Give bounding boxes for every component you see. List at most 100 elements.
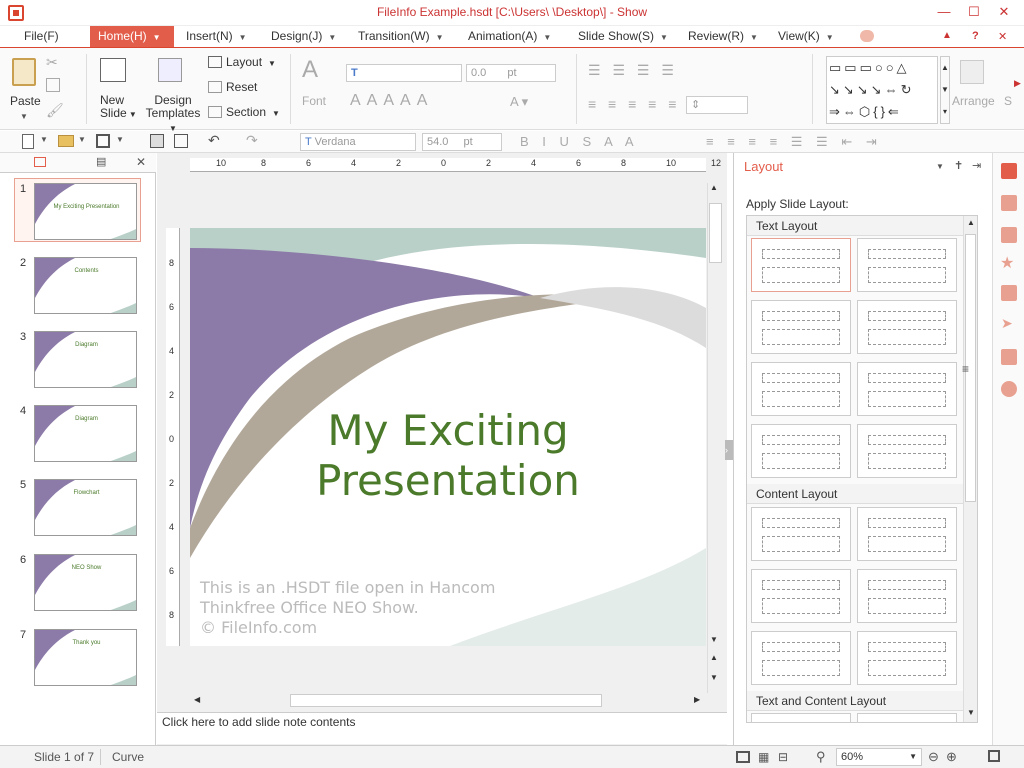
scroll-up-icon[interactable]: ▲	[967, 218, 975, 227]
print-icon[interactable]	[150, 134, 164, 148]
tab-review[interactable]: Review(R) ▼	[688, 26, 768, 47]
slide-thumbnail[interactable]: Flowchart	[34, 479, 137, 536]
layout-option[interactable]	[857, 569, 957, 623]
shapes-scroll[interactable]: ▲ ▼ ▾	[940, 56, 950, 124]
layout-panel-icon[interactable]	[1001, 163, 1017, 179]
next-slide-icon[interactable]: ▼	[710, 673, 718, 682]
save-icon[interactable]	[96, 134, 110, 148]
slide-thumbnail[interactable]: Diagram	[34, 331, 137, 388]
help-icon[interactable]: ?	[972, 30, 979, 42]
layout-option[interactable]	[751, 238, 851, 292]
tab-animation[interactable]: Animation(A) ▼	[468, 26, 568, 47]
layout-option[interactable]	[751, 300, 851, 354]
slide-notes[interactable]: Click here to add slide note contents	[157, 712, 727, 744]
scroll-up-icon[interactable]: ▲	[710, 183, 718, 192]
tab-insert[interactable]: Insert(N) ▼	[186, 26, 266, 47]
list-icons[interactable]: ☰ ☰ ☰ ☰	[588, 62, 678, 79]
layout-option[interactable]	[751, 631, 851, 685]
undo-icon[interactable]: ↶	[208, 132, 220, 149]
arrange-button[interactable]: Arrange	[952, 94, 995, 108]
chevron-down-icon[interactable]: ▼	[116, 135, 124, 144]
font-size-field[interactable]: 0.0 pt	[466, 64, 556, 82]
close-pane-icon[interactable]: ✕	[136, 155, 146, 169]
font-icon[interactable]: A	[302, 56, 318, 84]
font-button[interactable]: Font	[302, 94, 326, 108]
tab-design[interactable]: Design(J) ▼	[271, 26, 351, 47]
reset-button[interactable]: Reset	[226, 80, 257, 94]
slides-view-icon[interactable]	[34, 157, 46, 167]
layout-option[interactable]	[857, 238, 957, 292]
style-button[interactable]: S	[1004, 94, 1012, 108]
open-folder-icon[interactable]	[58, 135, 74, 147]
layout-option[interactable]	[857, 631, 957, 685]
slide-thumbnail[interactable]: My Exciting Presentation	[34, 183, 137, 240]
font-size-field[interactable]: 54.0 pt	[422, 133, 502, 151]
zoom-field[interactable]: 60% ▼	[836, 748, 922, 766]
layout-option[interactable]	[857, 507, 957, 561]
chevron-down-icon[interactable]: ▼	[936, 162, 944, 171]
line-spacing-field[interactable]: ⇕	[686, 96, 748, 114]
transition-icon[interactable]	[1001, 227, 1017, 243]
horizontal-scrollbar[interactable]: ◀ ▶	[190, 693, 706, 709]
tab-transition[interactable]: Transition(W) ▼	[358, 26, 458, 47]
slide-thumbnail[interactable]: Contents	[34, 257, 137, 314]
clipboard-panel-icon[interactable]	[1001, 285, 1017, 301]
collaborate-panel-icon[interactable]	[1001, 381, 1017, 397]
pin-icon[interactable]: ✝	[954, 159, 963, 172]
collapse-ribbon-icon[interactable]: ▲	[942, 30, 952, 41]
font-name-field[interactable]: T Verdana	[300, 133, 416, 151]
zoom-in-icon[interactable]: ⊕	[946, 749, 957, 765]
tab-slide-show[interactable]: Slide Show(S) ▼	[578, 26, 678, 47]
section-button[interactable]: Section ▼	[226, 105, 280, 119]
paste-button[interactable]: Paste	[10, 94, 41, 108]
maximize-button[interactable]: ☐	[962, 4, 986, 22]
shapes-gallery[interactable]: ▭▭▭○○△ ↘↘↘↘⇔↻ ⇒⇔⬡{}⇐	[826, 56, 938, 124]
tab-view[interactable]: View(K) ▼	[778, 26, 848, 47]
print-preview-icon[interactable]	[174, 134, 188, 148]
layout-gallery-scrollbar[interactable]: ▲ ▼	[963, 216, 977, 722]
layout-option[interactable]	[751, 424, 851, 478]
tab-home[interactable]: Home(H) ▼	[90, 26, 174, 47]
slide-design-icon[interactable]	[1001, 195, 1017, 211]
paragraph-icons[interactable]: ≡ ≡ ≡ ≡ ☰ ☰ ⇤ ⇥	[706, 134, 882, 150]
layout-option[interactable]	[751, 569, 851, 623]
redo-icon[interactable]: ↷	[246, 132, 258, 149]
pane-splitter[interactable]: ›	[725, 440, 733, 460]
fit-window-icon[interactable]	[988, 750, 1000, 762]
scroll-thumb[interactable]	[290, 694, 602, 707]
chevron-down-icon[interactable]: ▼	[40, 135, 48, 144]
text-panel-icon[interactable]	[1001, 349, 1017, 365]
layout-option[interactable]	[857, 424, 957, 478]
scroll-left-icon[interactable]: ◀	[194, 695, 200, 704]
vertical-scrollbar[interactable]: ▲ ▼ ▲ ▼	[707, 183, 723, 693]
close-button[interactable]: ✕	[992, 4, 1016, 22]
text-style-icons[interactable]: AAAAA	[350, 92, 433, 110]
scroll-thumb[interactable]	[709, 203, 722, 263]
scroll-down-icon[interactable]: ▼	[710, 635, 718, 644]
scroll-down-icon[interactable]: ▼	[967, 708, 975, 717]
slide-title[interactable]: My Exciting Presentation	[190, 406, 706, 506]
layout-option[interactable]	[751, 362, 851, 416]
chevron-down-icon[interactable]: ▼	[78, 135, 86, 144]
close-document-icon[interactable]: ✕	[998, 30, 1007, 43]
scroll-right-icon[interactable]: ▶	[694, 695, 700, 704]
ribbon-scroll-right-icon[interactable]: ▶	[1014, 78, 1021, 89]
text-format-icons[interactable]: B I U S A A	[520, 134, 639, 149]
zoom-out-icon[interactable]: ⊖	[928, 749, 939, 765]
slide-canvas[interactable]: My Exciting Presentation This is an .HSD…	[190, 228, 706, 646]
font-name-field[interactable]: T	[346, 64, 462, 82]
collaborate-icon[interactable]	[860, 30, 874, 42]
resize-grip-icon[interactable]: ≡	[962, 362, 969, 376]
layout-option[interactable]	[857, 300, 957, 354]
new-file-icon[interactable]	[22, 134, 34, 149]
hide-pane-icon[interactable]: ⇥	[972, 159, 981, 172]
cut-icon[interactable]: ✂	[46, 54, 58, 71]
slide-sorter-icon[interactable]: ▦	[758, 750, 769, 764]
format-painter-icon[interactable]: 🖌	[46, 102, 64, 119]
animation-star-icon[interactable]: ★	[1000, 253, 1014, 273]
layout-button[interactable]: Layout ▼	[226, 55, 276, 69]
layout-option[interactable]	[751, 507, 851, 561]
layout-option[interactable]	[751, 713, 851, 722]
slide-thumbnail[interactable]: NEO Show	[34, 554, 137, 611]
new-slide-button[interactable]: New Slide ▼	[100, 94, 140, 121]
